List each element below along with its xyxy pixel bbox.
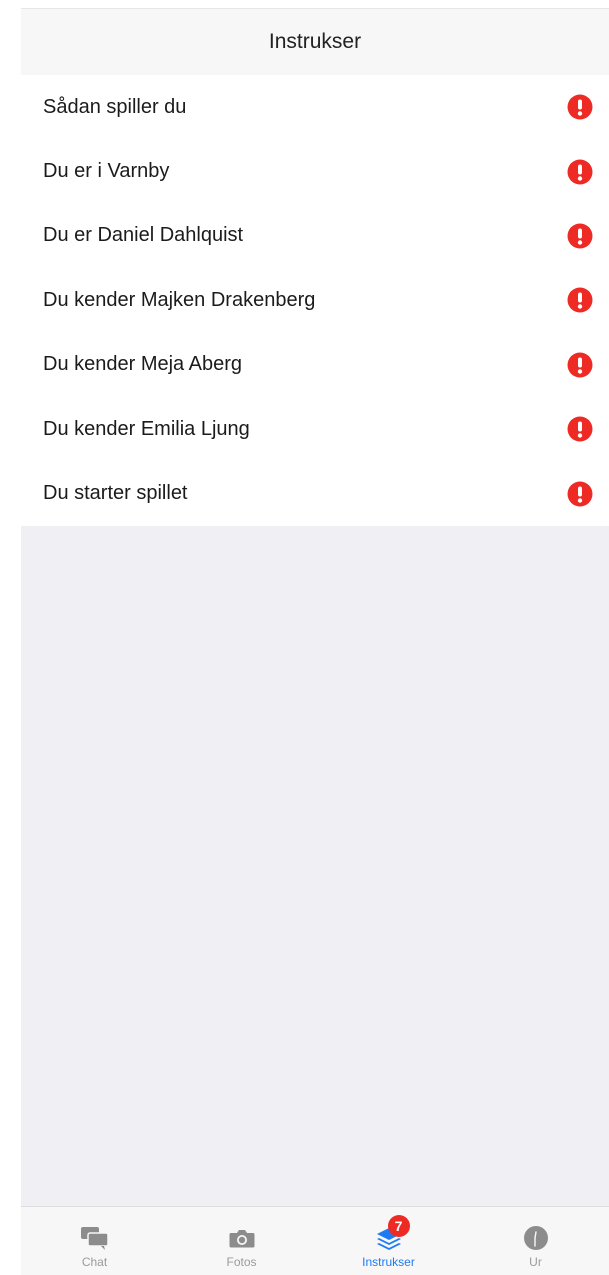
chat-bubbles-icon — [79, 1223, 111, 1253]
tab-label: Fotos — [226, 1255, 257, 1269]
exclamation-circle-icon — [567, 481, 593, 507]
tab-ur[interactable]: Ur — [462, 1207, 609, 1275]
exclamation-circle-icon — [567, 223, 593, 249]
page-title: Instrukser — [268, 30, 362, 53]
instruction-label: Du kender Majken Drakenberg — [43, 288, 316, 311]
tab-label: Ur — [529, 1255, 542, 1269]
tab-chat[interactable]: Chat — [21, 1207, 168, 1275]
instruction-label: Du kender Emilia Ljung — [43, 417, 250, 440]
list-item-instruction-5[interactable]: Du kender Meja Aberg — [21, 333, 609, 397]
instruction-label: Du starter spillet — [43, 482, 188, 505]
instruction-label: Du er i Varnby — [43, 160, 170, 183]
exclamation-circle-icon — [567, 352, 593, 378]
app-screen: Instrukser Sådan spiller du Du er i Varn… — [21, 8, 609, 1275]
instruction-label: Du er Daniel Dahlquist — [43, 224, 244, 247]
instruction-list: Sådan spiller du Du er i Varnby Du er Da… — [21, 75, 609, 526]
exclamation-circle-icon — [567, 94, 593, 120]
list-item-instruction-4[interactable]: Du kender Majken Drakenberg — [21, 268, 609, 332]
clock-icon — [522, 1223, 550, 1253]
list-item-instruction-1[interactable]: Sådan spiller du — [21, 75, 609, 139]
layers-icon: 7 — [374, 1215, 410, 1253]
list-item-instruction-7[interactable]: Du starter spillet — [21, 461, 609, 525]
exclamation-circle-icon — [567, 159, 593, 185]
exclamation-circle-icon — [567, 287, 593, 313]
exclamation-circle-icon — [567, 416, 593, 442]
notification-badge: 7 — [387, 1215, 410, 1237]
tab-label: Instrukser — [362, 1255, 415, 1269]
list-item-instruction-3[interactable]: Du er Daniel Dahlquist — [21, 204, 609, 268]
tab-bar: Chat Fotos 7 Instrukser Ur — [21, 1206, 609, 1275]
list-item-instruction-6[interactable]: Du kender Emilia Ljung — [21, 397, 609, 461]
instruction-label: Sådan spiller du — [43, 95, 187, 118]
navigation-bar: Instrukser — [21, 8, 609, 75]
tab-fotos[interactable]: Fotos — [168, 1207, 315, 1275]
tab-instrukser[interactable]: 7 Instrukser — [315, 1207, 462, 1275]
tab-label: Chat — [81, 1255, 108, 1269]
instruction-label: Du kender Meja Aberg — [43, 353, 243, 376]
camera-icon — [228, 1223, 256, 1253]
list-item-instruction-2[interactable]: Du er i Varnby — [21, 139, 609, 203]
